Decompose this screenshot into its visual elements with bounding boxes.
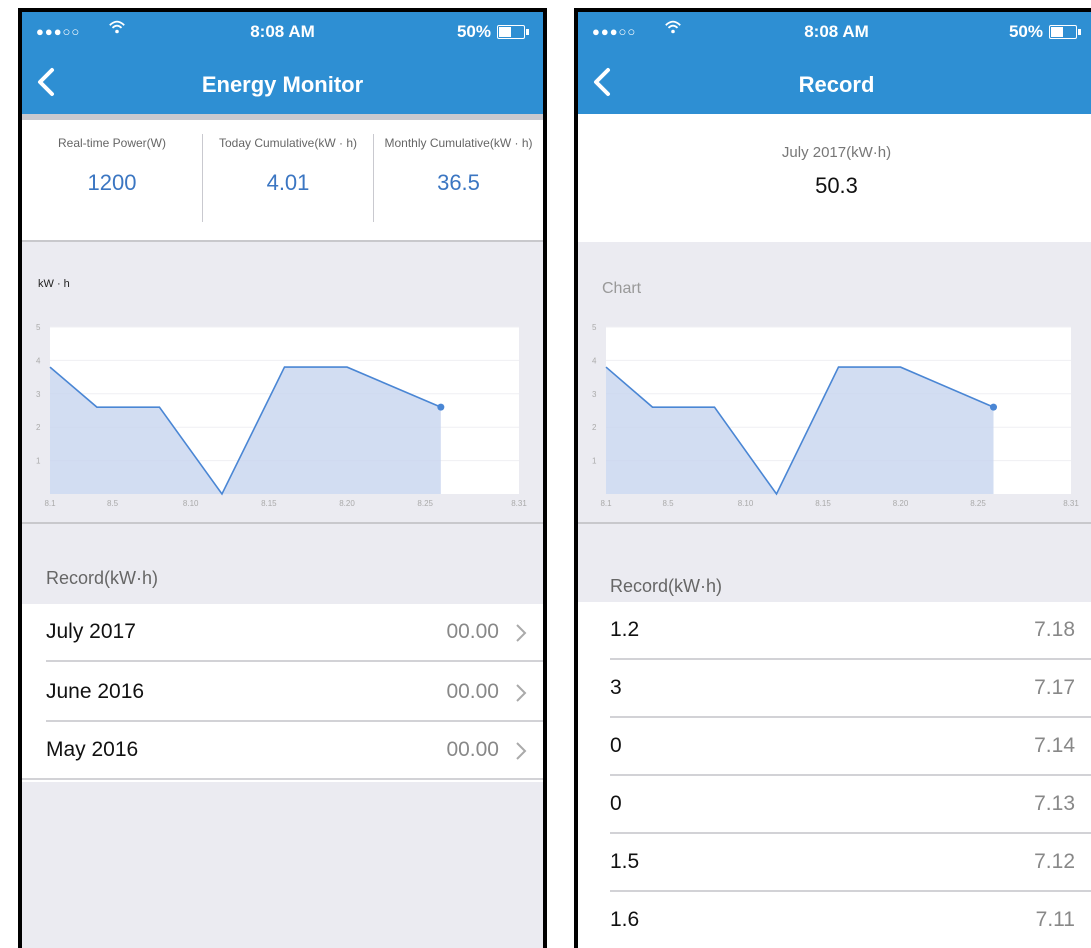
today-cumulative-stat: Today Cumulative(kW · h) 4.01 <box>203 136 373 222</box>
chart-area: Chart 1 2 3 4 5 8.1 8.5 8.10 8.15 8.20 8.25 8.31 <box>578 242 1091 524</box>
record-value: 1.2 <box>610 618 640 641</box>
battery-percent: 50% <box>1008 22 1043 41</box>
record-date: 7.11 <box>1035 908 1075 931</box>
month-value: 50.3 <box>815 173 858 198</box>
battery-icon <box>1049 25 1081 39</box>
x-tick-label: 8.25 <box>970 499 986 508</box>
stat-label: Today Cumulative(kW · h) <box>218 136 358 150</box>
divider <box>22 778 543 780</box>
battery-percent: 50% <box>456 22 491 41</box>
y-tick-label: 1 <box>592 457 597 466</box>
energy-monitor-screen: ●●●○○ 8:08 AM 50% Energy Monitor Real-ti… <box>18 8 547 948</box>
stat-value: 36.5 <box>437 170 480 195</box>
record-month: June 2016 <box>46 680 145 703</box>
x-tick-label: 8.1 <box>44 499 56 508</box>
stat-label: Real-time Power(W) <box>57 136 166 150</box>
list-item[interactable]: 3 7.17 <box>578 660 1091 718</box>
record-date: 7.18 <box>1034 618 1075 641</box>
x-tick-label: 8.5 <box>662 499 674 508</box>
page-title: Record <box>798 72 875 97</box>
record-date: 7.14 <box>1034 734 1075 757</box>
y-tick-label: 3 <box>592 390 597 399</box>
realtime-power-stat: Real-time Power(W) 1200 <box>22 136 202 222</box>
record-date: 7.17 <box>1034 676 1075 699</box>
x-tick-label: 8.1 <box>600 499 612 508</box>
y-tick-label: 4 <box>592 356 597 365</box>
record-value: 1.5 <box>610 850 640 873</box>
y-tick-label: 4 <box>36 356 41 365</box>
x-tick-label: 8.20 <box>893 499 909 508</box>
page-title: Energy Monitor <box>201 72 364 97</box>
nav-bar: Energy Monitor <box>22 52 543 114</box>
list-item[interactable]: 1.5 7.12 <box>578 834 1091 892</box>
energy-chart: 1 2 3 4 5 8.1 8.5 8.10 8.15 8.20 8.25 8.31 <box>36 323 527 508</box>
record-screen: ●●●○○ 8:08 AM 50% Record July 2017(kW·h)… <box>574 8 1091 948</box>
monthly-cumulative-stat: Monthly Cumulative(kW · h) 36.5 <box>374 136 543 222</box>
list-item[interactable]: July 2017 00.00 <box>22 604 543 662</box>
x-tick-label: 8.15 <box>261 499 277 508</box>
list-item[interactable]: 0 7.13 <box>578 776 1091 834</box>
chevron-right-icon <box>516 684 527 702</box>
list-item[interactable]: May 2016 00.00 <box>22 722 543 780</box>
record-list: July 2017 00.00 June 2016 00.00 May 2016… <box>22 604 543 782</box>
record-value: 00.00 <box>446 680 499 703</box>
record-value: 00.00 <box>446 738 499 761</box>
nav-bar: Record <box>578 52 1091 114</box>
stat-label: Monthly Cumulative(kW · h) <box>384 136 533 150</box>
summary-panel: Real-time Power(W) 1200 Today Cumulative… <box>22 120 543 242</box>
record-value: 1.6 <box>610 908 640 931</box>
chart-area: kW · h 1 2 3 4 5 8.1 8.5 8.10 8.15 8.20 8.25 8.31 <box>22 242 543 524</box>
record-value: 3 <box>610 676 622 699</box>
x-tick-label: 8.25 <box>417 499 433 508</box>
chevron-right-icon <box>516 624 527 642</box>
record-value: 0 <box>610 792 622 815</box>
list-item[interactable]: June 2016 00.00 <box>22 664 543 722</box>
record-header: Record(kW·h) <box>610 576 723 596</box>
chevron-right-icon <box>516 742 527 760</box>
record-date: 7.12 <box>1034 850 1075 873</box>
record-chart: 1 2 3 4 5 8.1 8.5 8.10 8.15 8.20 8.25 8.31 <box>592 323 1079 508</box>
record-date: 7.13 <box>1034 792 1075 815</box>
month-label: July 2017(kW·h) <box>781 144 892 161</box>
y-tick-label: 1 <box>36 457 41 466</box>
y-tick-label: 5 <box>592 323 597 332</box>
y-tick-label: 5 <box>36 323 41 332</box>
divider <box>46 660 543 662</box>
list-item[interactable]: 0 7.14 <box>578 718 1091 776</box>
battery-icon <box>497 25 529 39</box>
record-value: 0 <box>610 734 622 757</box>
record-month: July 2017 <box>46 620 136 643</box>
stat-value: 4.01 <box>266 170 310 195</box>
status-bar: ●●●○○ 8:08 AM 50% <box>578 12 1091 52</box>
list-item[interactable]: 1.6 7.11 <box>578 892 1091 948</box>
record-list: 1.2 7.18 3 7.17 0 7.14 0 7.13 1.5 7.12 1.6 7.11 <box>578 602 1091 948</box>
y-tick-label: 2 <box>592 423 597 432</box>
record-value: 00.00 <box>446 620 499 643</box>
x-tick-label: 8.20 <box>339 499 355 508</box>
x-tick-label: 8.10 <box>738 499 754 508</box>
record-header: Record(kW·h) <box>46 568 159 588</box>
record-month: May 2016 <box>46 738 139 761</box>
x-tick-label: 8.15 <box>815 499 831 508</box>
month-summary: July 2017(kW·h) 50.3 <box>578 114 1091 244</box>
y-tick-label: 2 <box>36 423 41 432</box>
list-item[interactable]: 1.2 7.18 <box>578 602 1091 660</box>
x-tick-label: 8.10 <box>183 499 199 508</box>
status-bar: ●●●○○ 8:08 AM 50% <box>22 12 543 52</box>
stat-value: 1200 <box>87 170 137 195</box>
x-tick-label: 8.5 <box>107 499 119 508</box>
data-point <box>437 403 445 411</box>
data-point <box>990 403 997 411</box>
x-tick-label: 8.31 <box>511 499 527 508</box>
x-tick-label: 8.31 <box>1063 499 1079 508</box>
y-tick-label: 3 <box>36 390 41 399</box>
